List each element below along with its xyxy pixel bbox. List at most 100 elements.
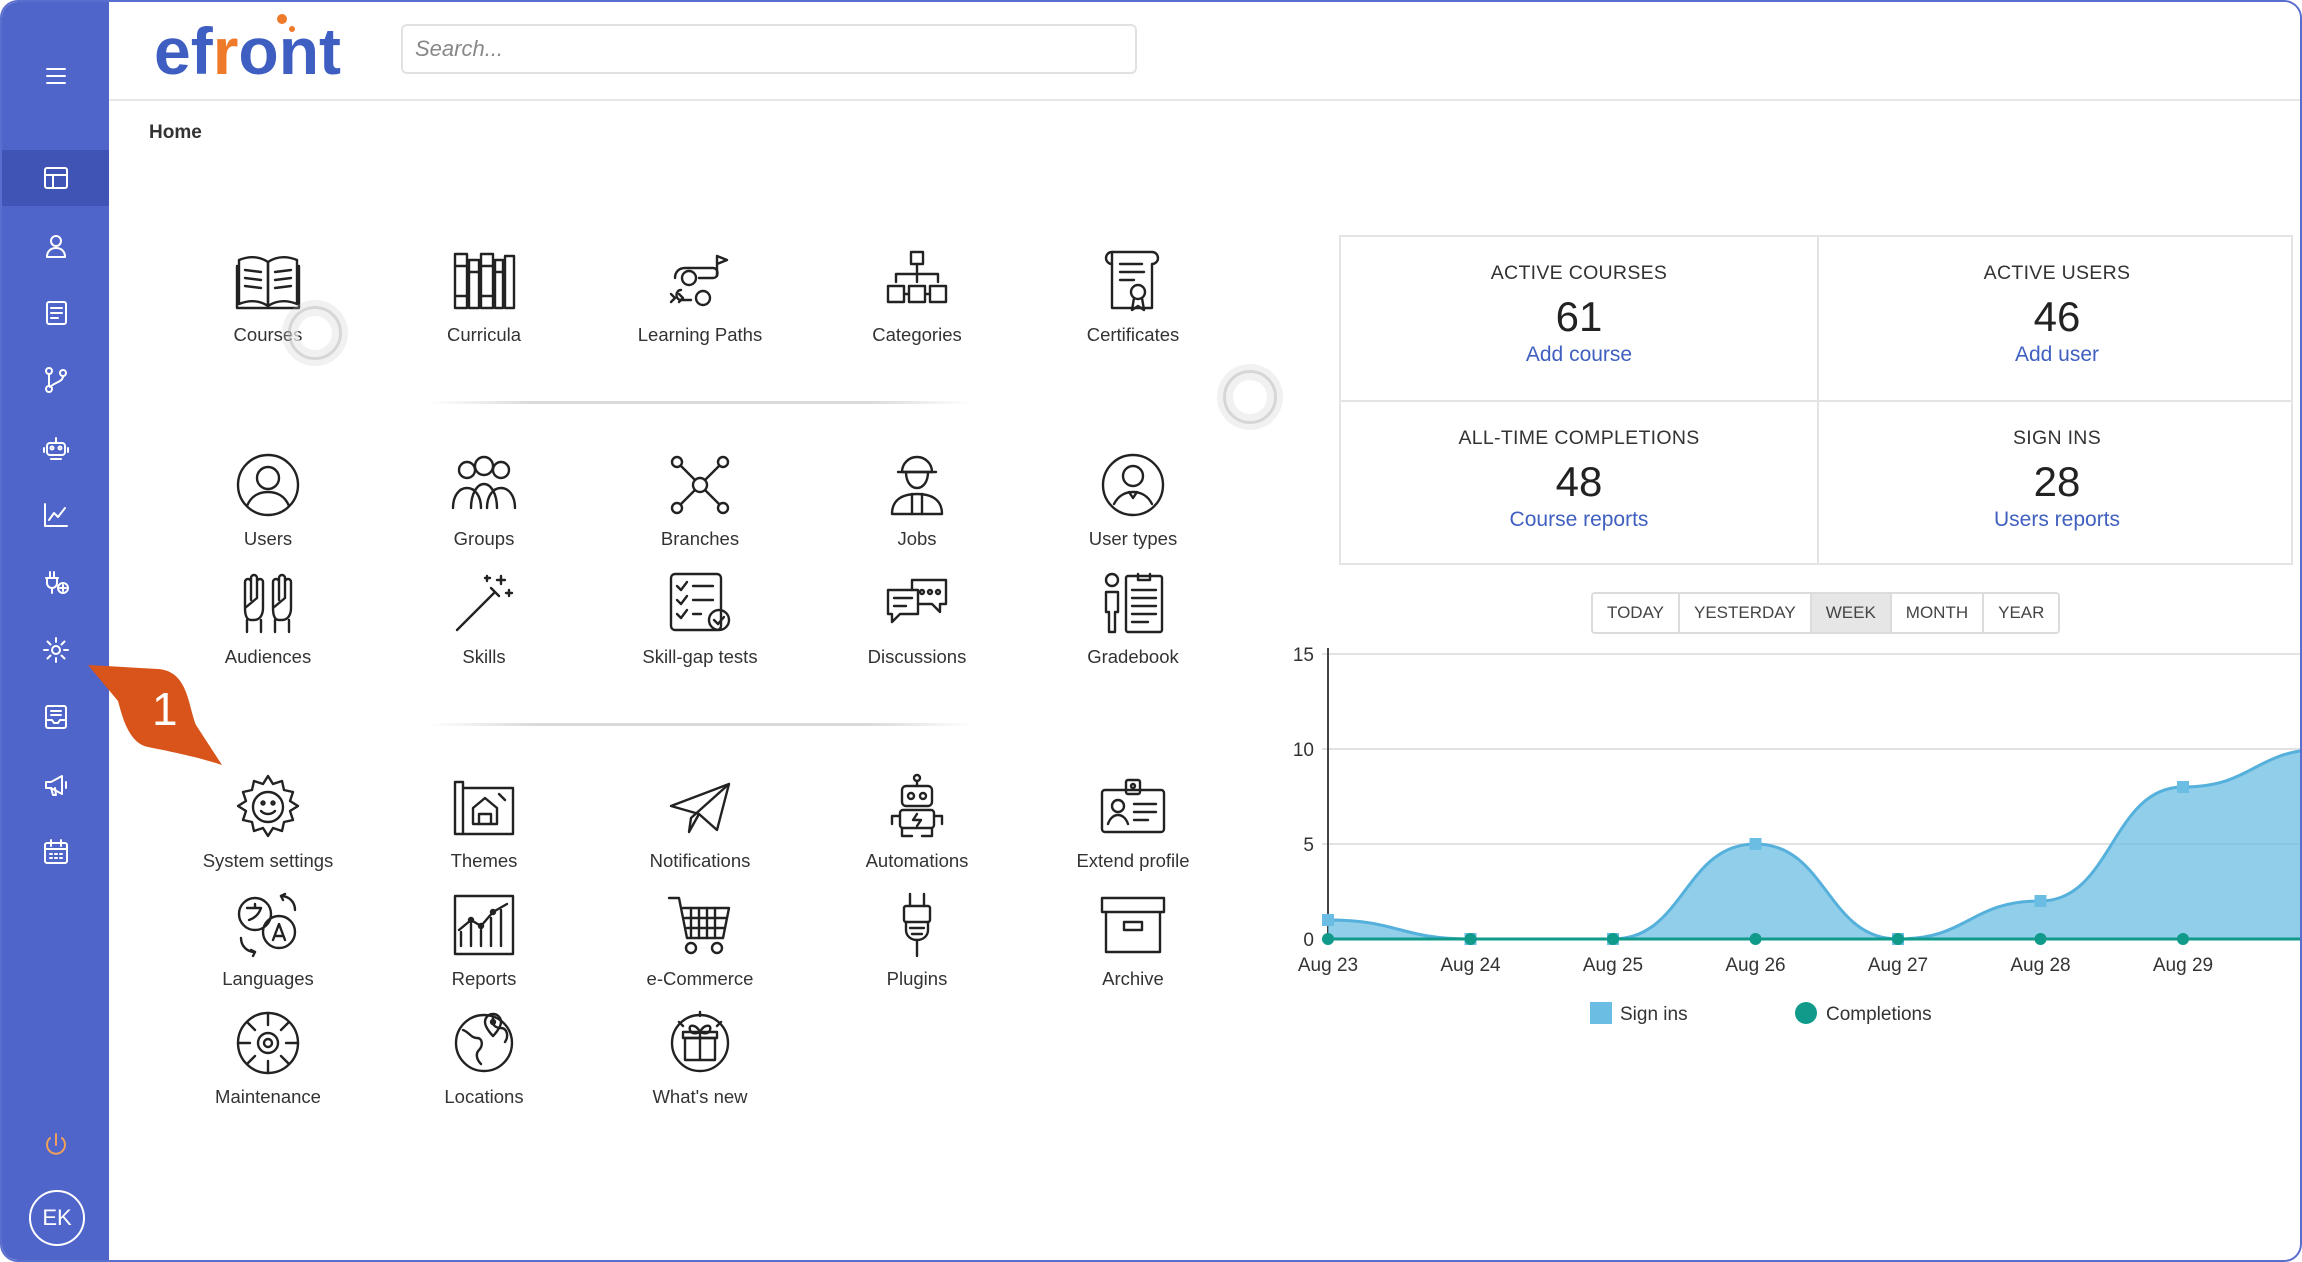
tile-branches[interactable]: Branches xyxy=(600,450,800,560)
x-tick-label: Aug 28 xyxy=(2010,955,2070,976)
tile-system-settings[interactable]: System settings xyxy=(168,772,368,882)
tile-user-types[interactable]: User types xyxy=(1033,450,1233,560)
tile-whats-new[interactable]: What's new xyxy=(600,1008,800,1118)
sidebar-item-branches[interactable] xyxy=(2,352,109,408)
blueprint-icon xyxy=(449,772,519,842)
tile-learning-paths[interactable]: Learning Paths xyxy=(600,246,800,356)
logout-button[interactable] xyxy=(2,1117,109,1173)
dashboard-icon xyxy=(43,167,68,189)
stat-active-courses: ACTIVE COURSES 61 Add course xyxy=(1341,237,1817,400)
data-point-completions xyxy=(1749,933,1762,945)
gear-smile-icon xyxy=(233,772,303,842)
tile-label: Archive xyxy=(1102,968,1164,989)
data-point-completions xyxy=(1322,933,1334,945)
logo-dot xyxy=(277,14,287,24)
top-header: efront xyxy=(109,2,2300,101)
checklist-icon xyxy=(665,568,735,638)
sidebar-item-announcements[interactable] xyxy=(2,757,109,813)
open-book-icon xyxy=(233,246,303,316)
tile-gradebook[interactable]: Gradebook xyxy=(1033,568,1233,678)
menu-toggle-button[interactable] xyxy=(2,48,109,104)
range-yesterday-button[interactable]: YESTERDAY xyxy=(1680,594,1812,632)
tile-label: Categories xyxy=(872,324,962,345)
tile-notifications[interactable]: Notifications xyxy=(600,772,800,882)
add-course-link[interactable]: Add course xyxy=(1341,343,1817,367)
x-tick-label: Aug 23 xyxy=(1298,955,1358,976)
click-indicator xyxy=(1223,370,1277,424)
tile-label: e-Commerce xyxy=(646,968,754,989)
tile-curricula[interactable]: Curricula xyxy=(384,246,584,356)
breadcrumb: Home xyxy=(149,122,202,143)
power-icon xyxy=(45,1133,66,1155)
sidebar-item-calendar[interactable] xyxy=(2,824,109,880)
legend-label-completions: Completions xyxy=(1826,1004,1932,1025)
tile-maintenance[interactable]: Maintenance xyxy=(168,1008,368,1118)
range-week-button[interactable]: WEEK xyxy=(1811,594,1892,632)
tile-e-commerce[interactable]: e-Commerce xyxy=(600,890,800,1000)
tile-label: Jobs xyxy=(897,528,937,549)
stat-sign-ins: SIGN INS 28 Users reports xyxy=(1819,402,2295,565)
tile-languages[interactable]: Languages xyxy=(168,890,368,1000)
y-tick-label: 5 xyxy=(1303,835,1314,856)
tile-label: Users xyxy=(243,528,293,549)
stat-value: 48 xyxy=(1555,458,1603,505)
tile-extend-profile[interactable]: Extend profile xyxy=(1033,772,1233,882)
legend-label-sign-ins: Sign ins xyxy=(1620,1004,1688,1025)
tile-users[interactable]: Users xyxy=(168,450,368,560)
range-today-button[interactable]: TODAY xyxy=(1593,594,1680,632)
sidebar-item-reports[interactable] xyxy=(2,487,109,543)
tile-label: Locations xyxy=(444,1086,524,1107)
tile-label: User types xyxy=(1088,528,1178,549)
tile-discussions[interactable]: Discussions xyxy=(817,568,1017,678)
x-tick-label: Aug 26 xyxy=(1725,955,1785,976)
y-tick-label: 10 xyxy=(1293,740,1314,761)
sidebar-item-dashboard[interactable] xyxy=(2,150,109,206)
tile-reports[interactable]: Reports xyxy=(384,890,584,1000)
range-month-button[interactable]: MONTH xyxy=(1891,594,1985,632)
sidebar-item-courses[interactable] xyxy=(2,285,109,341)
tile-audiences[interactable]: Audiences xyxy=(168,568,368,678)
x-tick-label: Aug 27 xyxy=(1868,955,1928,976)
users-reports-link[interactable]: Users reports xyxy=(1819,508,2295,532)
sidebar: EK xyxy=(2,2,109,1260)
tile-skill-gap-tests[interactable]: Skill-gap tests xyxy=(600,568,800,678)
tile-archive[interactable]: Archive xyxy=(1033,890,1233,1000)
category-tree-icon xyxy=(882,246,952,316)
sidebar-item-automations[interactable] xyxy=(2,420,109,476)
tile-locations[interactable]: Locations xyxy=(384,1008,584,1118)
user-circle-icon xyxy=(233,450,303,520)
tile-label: Skill-gap tests xyxy=(642,646,758,667)
data-point-sign-ins xyxy=(1749,838,1762,850)
section-divider xyxy=(428,401,974,404)
path-flag-icon xyxy=(665,246,735,316)
tile-plugins[interactable]: Plugins xyxy=(817,890,1017,1000)
sidebar-item-users[interactable] xyxy=(2,218,109,274)
plugin-icon xyxy=(44,571,69,594)
stat-title: ACTIVE COURSES xyxy=(1490,262,1668,284)
tile-certificates[interactable]: Certificates xyxy=(1033,246,1233,356)
tile-groups[interactable]: Groups xyxy=(384,450,584,560)
avatar[interactable]: EK xyxy=(29,1190,85,1246)
add-user-link[interactable]: Add user xyxy=(1819,343,2295,367)
range-year-button[interactable]: YEAR xyxy=(1984,594,2059,632)
course-reports-link[interactable]: Course reports xyxy=(1341,508,1817,532)
tile-label: Maintenance xyxy=(215,1086,321,1107)
tile-skills[interactable]: Skills xyxy=(384,568,584,678)
sidebar-item-plugins[interactable] xyxy=(2,554,109,610)
tile-label: Notifications xyxy=(649,850,751,871)
tile-label: Languages xyxy=(222,968,314,989)
tile-themes[interactable]: Themes xyxy=(384,772,584,882)
x-tick-label: Aug 24 xyxy=(1440,955,1501,976)
tile-automations[interactable]: Automations xyxy=(817,772,1017,882)
logo[interactable]: efront xyxy=(154,18,341,84)
books-shelf-icon xyxy=(449,246,519,316)
search-input[interactable] xyxy=(401,24,1137,74)
tile-categories[interactable]: Categories xyxy=(817,246,1017,356)
stat-title: ACTIVE USERS xyxy=(1983,262,2131,284)
stat-title: SIGN INS xyxy=(2013,427,2101,449)
tile-label: Plugins xyxy=(886,968,948,989)
megaphone-icon xyxy=(44,775,67,796)
tile-jobs[interactable]: Jobs xyxy=(817,450,1017,560)
tile-label: Branches xyxy=(660,528,740,549)
robot-icon xyxy=(882,772,952,842)
